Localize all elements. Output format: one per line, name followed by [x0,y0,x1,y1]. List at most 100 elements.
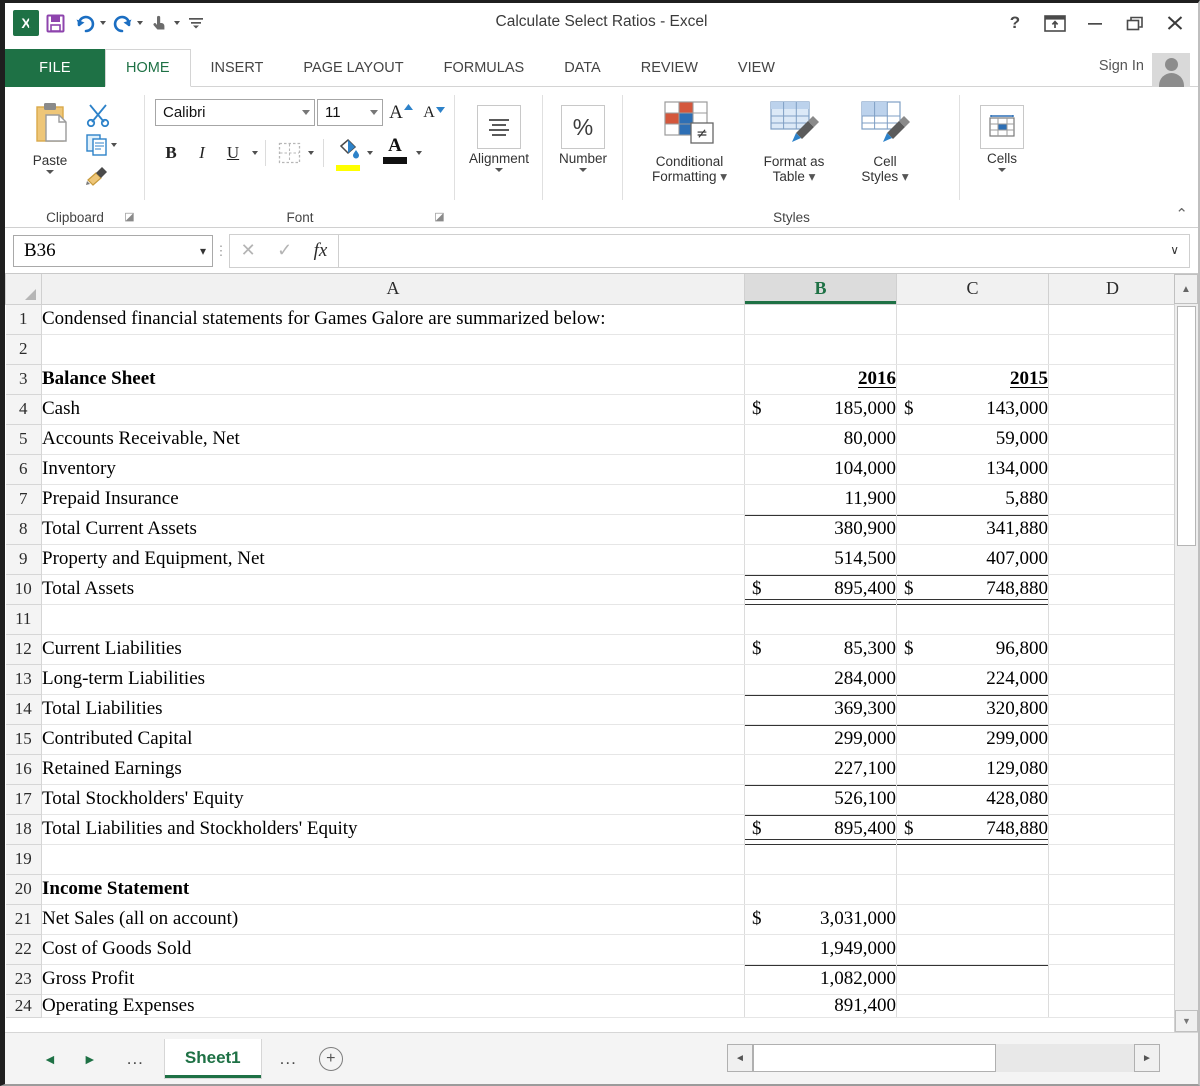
cell-a24[interactable]: Operating Expenses [41,994,745,1018]
cell-b24[interactable]: 891,400 [744,994,897,1018]
row-header[interactable]: 4 [5,393,42,425]
underline-button[interactable]: U [221,140,245,166]
minimize-icon[interactable] [1082,11,1108,35]
cell-d12[interactable] [1048,634,1177,665]
cell-c20[interactable] [896,874,1049,905]
clipboard-dialog-launcher-icon[interactable]: ◪ [123,210,136,223]
font-size-dropdown-icon[interactable] [370,110,378,115]
cell-d2[interactable] [1048,334,1177,365]
cell-d21[interactable] [1048,904,1177,935]
tab-home[interactable]: HOME [105,49,191,87]
column-header-c[interactable]: C [896,274,1049,305]
row-header[interactable]: 12 [5,633,42,665]
previous-sheet-icon[interactable]: ◄ [43,1051,57,1067]
cell-b8[interactable]: 380,900 [744,514,897,545]
fill-color-dropdown-icon[interactable] [367,151,373,155]
grow-font-button[interactable]: A [387,99,415,126]
horizontal-scrollbar[interactable]: ◄ ► [727,1043,1160,1073]
row-header[interactable]: 11 [5,603,42,635]
cell-d9[interactable] [1048,544,1177,575]
cell-a14[interactable]: Total Liabilities [41,694,745,725]
cell-c18[interactable]: $748,880 [896,814,1049,845]
cell-a20[interactable]: Income Statement [41,874,745,905]
ribbon-display-options-icon[interactable] [1042,11,1068,35]
paste-button[interactable]: Paste [19,101,81,174]
cell-b15[interactable]: 299,000 [744,724,897,755]
font-color-dropdown-icon[interactable] [416,151,422,155]
cancel-formula-icon[interactable]: ✕ [241,240,256,261]
select-all-corner[interactable] [5,274,42,305]
cell-d22[interactable] [1048,934,1177,965]
vertical-scrollbar[interactable]: ▼ [1174,304,1198,1032]
restore-icon[interactable] [1122,11,1148,35]
cell-b16[interactable]: 227,100 [744,754,897,785]
cell-d3[interactable] [1048,364,1177,395]
row-header[interactable]: 20 [5,873,42,905]
cell-c17[interactable]: 428,080 [896,784,1049,815]
redo-icon[interactable] [108,9,136,37]
cell-c7[interactable]: 5,880 [896,484,1049,515]
cell-d1[interactable] [1048,304,1177,335]
cell-b11[interactable] [744,604,897,635]
number-dropdown-icon[interactable] [579,168,587,172]
cells-dropdown-icon[interactable] [998,168,1006,172]
cells-button[interactable]: Cells [964,105,1040,172]
font-name-input[interactable]: Calibri [155,99,315,126]
cell-b18[interactable]: $895,400 [744,814,897,845]
help-icon[interactable]: ? [1002,11,1028,35]
cell-a2[interactable] [41,334,745,365]
cut-button[interactable] [85,103,111,132]
customize-quick-access-icon[interactable] [182,9,210,37]
cell-c13[interactable]: 224,000 [896,664,1049,695]
row-header[interactable]: 14 [5,693,42,725]
underline-dropdown-icon[interactable] [252,151,258,155]
cell-a15[interactable]: Contributed Capital [41,724,745,755]
cell-c4[interactable]: $143,000 [896,394,1049,425]
tab-data[interactable]: DATA [544,49,621,87]
collapse-ribbon-icon[interactable]: ⌃ [1175,205,1188,223]
touch-mouse-mode-icon[interactable] [145,9,173,37]
row-header[interactable]: 15 [5,723,42,755]
undo-control[interactable] [71,9,106,37]
borders-button[interactable] [278,142,301,169]
cell-c15[interactable]: 299,000 [896,724,1049,755]
cell-d24[interactable] [1048,994,1177,1018]
enter-formula-icon[interactable]: ✓ [277,240,292,261]
name-box-dropdown-icon[interactable]: ▾ [200,244,206,258]
cell-a22[interactable]: Cost of Goods Sold [41,934,745,965]
cell-a17[interactable]: Total Stockholders' Equity [41,784,745,815]
cell-b9[interactable]: 514,500 [744,544,897,575]
cell-a23[interactable]: Gross Profit [41,964,745,995]
font-color-button[interactable]: A [383,136,407,164]
cell-d11[interactable] [1048,604,1177,635]
cell-a4[interactable]: Cash [41,394,745,425]
row-header[interactable]: 23 [5,963,42,995]
cell-b21[interactable]: $3,031,000 [744,904,897,935]
cell-d23[interactable] [1048,964,1177,995]
cell-c16[interactable]: 129,080 [896,754,1049,785]
cell-a6[interactable]: Inventory [41,454,745,485]
cell-b22[interactable]: 1,949,000 [744,934,897,965]
insert-function-icon[interactable]: fx [314,240,328,262]
row-header[interactable]: 17 [5,783,42,815]
cell-b20[interactable] [744,874,897,905]
cell-c12[interactable]: $96,800 [896,634,1049,665]
tab-file[interactable]: FILE [5,49,105,87]
sheet-ellipsis-left[interactable]: ... [123,1049,148,1069]
cell-styles-button[interactable]: Cell Styles ▾ [845,99,925,184]
row-header[interactable]: 16 [5,753,42,785]
cell-a21[interactable]: Net Sales (all on account) [41,904,745,935]
column-header-a[interactable]: A [41,274,745,305]
cell-c2[interactable] [896,334,1049,365]
format-as-table-button[interactable]: Format as Table ▾ [745,99,843,184]
sign-in-link[interactable]: Sign In [1099,58,1144,74]
row-header[interactable]: 24 [5,993,42,1018]
formula-input[interactable]: ∨ [339,233,1190,268]
cell-b2[interactable] [744,334,897,365]
formula-bar-grip[interactable]: ⋮ [213,244,229,257]
tab-page-layout[interactable]: PAGE LAYOUT [283,49,423,87]
cell-d17[interactable] [1048,784,1177,815]
number-button[interactable]: % Number [547,105,619,172]
cell-c10[interactable]: $748,880 [896,574,1049,605]
horizontal-scroll-track[interactable] [753,1044,1134,1072]
